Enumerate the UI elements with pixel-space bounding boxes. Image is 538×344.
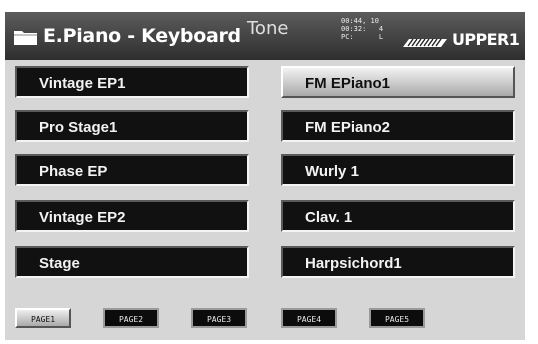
tone-button-clav-1[interactable]: Clav. 1 bbox=[281, 200, 515, 232]
mode-label: Tone bbox=[247, 18, 289, 39]
tone-button-fm-epiano1[interactable]: FM EPiano1 bbox=[281, 66, 515, 98]
page-tab-1[interactable]: PAGE1 bbox=[15, 308, 71, 328]
info-line: 00:32: 4 bbox=[341, 25, 384, 33]
page-tab-3[interactable]: PAGE3 bbox=[191, 308, 247, 328]
header-bar: E.Piano - Keyboard Tone 00:44, 10 00:32:… bbox=[5, 12, 525, 60]
page-tab-4[interactable]: PAGE4 bbox=[281, 308, 337, 328]
keyboard-icon bbox=[403, 38, 447, 47]
part-label: UPPER1 bbox=[452, 30, 520, 49]
tone-button-vintage-ep1[interactable]: Vintage EP1 bbox=[15, 66, 249, 98]
tone-button-fm-epiano2[interactable]: FM EPiano2 bbox=[281, 110, 515, 142]
page-tab-2[interactable]: PAGE2 bbox=[103, 308, 159, 328]
tone-button-phase-ep[interactable]: Phase EP bbox=[15, 154, 249, 186]
tone-button-vintage-ep2[interactable]: Vintage EP2 bbox=[15, 200, 249, 232]
tone-button-pro-stage1[interactable]: Pro Stage1 bbox=[15, 110, 249, 142]
page-tab-5[interactable]: PAGE5 bbox=[369, 308, 425, 328]
tone-button-wurly-1[interactable]: Wurly 1 bbox=[281, 154, 515, 186]
midi-info: 00:44, 10 00:32: 4 PC: L bbox=[341, 17, 383, 41]
category-title: E.Piano - Keyboard bbox=[43, 25, 241, 47]
tone-button-harpsichord1[interactable]: Harpsichord1 bbox=[281, 246, 515, 278]
tone-button-stage[interactable]: Stage bbox=[15, 246, 249, 278]
folder-icon bbox=[14, 31, 37, 45]
info-line: 00:44, 10 bbox=[341, 17, 379, 25]
info-line: PC: L bbox=[341, 33, 384, 41]
tone-select-screen: E.Piano - Keyboard Tone 00:44, 10 00:32:… bbox=[5, 12, 525, 340]
